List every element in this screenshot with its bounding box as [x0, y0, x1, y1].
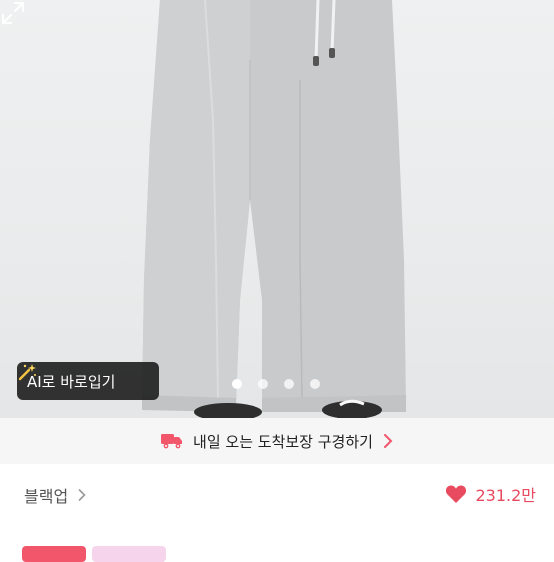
shop-name: 블랙업 [24, 487, 69, 506]
chevron-right-icon [78, 489, 86, 501]
carousel-indicator [232, 379, 320, 389]
like-button[interactable]: 231.2만 [445, 482, 536, 506]
promo-tag [22, 546, 86, 562]
magic-wand-icon [18, 364, 36, 381]
delivery-label: 내일 오는 도착보장 구경하기 [193, 432, 373, 451]
promo-tag [92, 546, 166, 562]
truck-icon [161, 434, 183, 449]
likes-count: 231.2만 [475, 486, 536, 505]
product-image[interactable]: AI로 바로입기 [0, 0, 554, 418]
carousel-dot[interactable] [232, 379, 242, 389]
carousel-dot[interactable] [310, 379, 320, 389]
sweatpants-photo [142, 0, 406, 418]
chevron-right-icon [383, 434, 393, 448]
expand-icon[interactable] [0, 0, 26, 26]
carousel-dot[interactable] [258, 379, 268, 389]
heart-icon [446, 485, 467, 503]
seller-row: 블랙업 231.2만 [0, 464, 554, 526]
shop-link[interactable]: 블랙업 [24, 483, 86, 507]
carousel-dot[interactable] [284, 379, 294, 389]
delivery-guarantee-banner[interactable]: 내일 오는 도착보장 구경하기 [0, 418, 554, 464]
ai-try-on-label: AI로 바로입기 [27, 372, 116, 391]
ai-try-on-button[interactable]: AI로 바로입기 [17, 362, 159, 400]
